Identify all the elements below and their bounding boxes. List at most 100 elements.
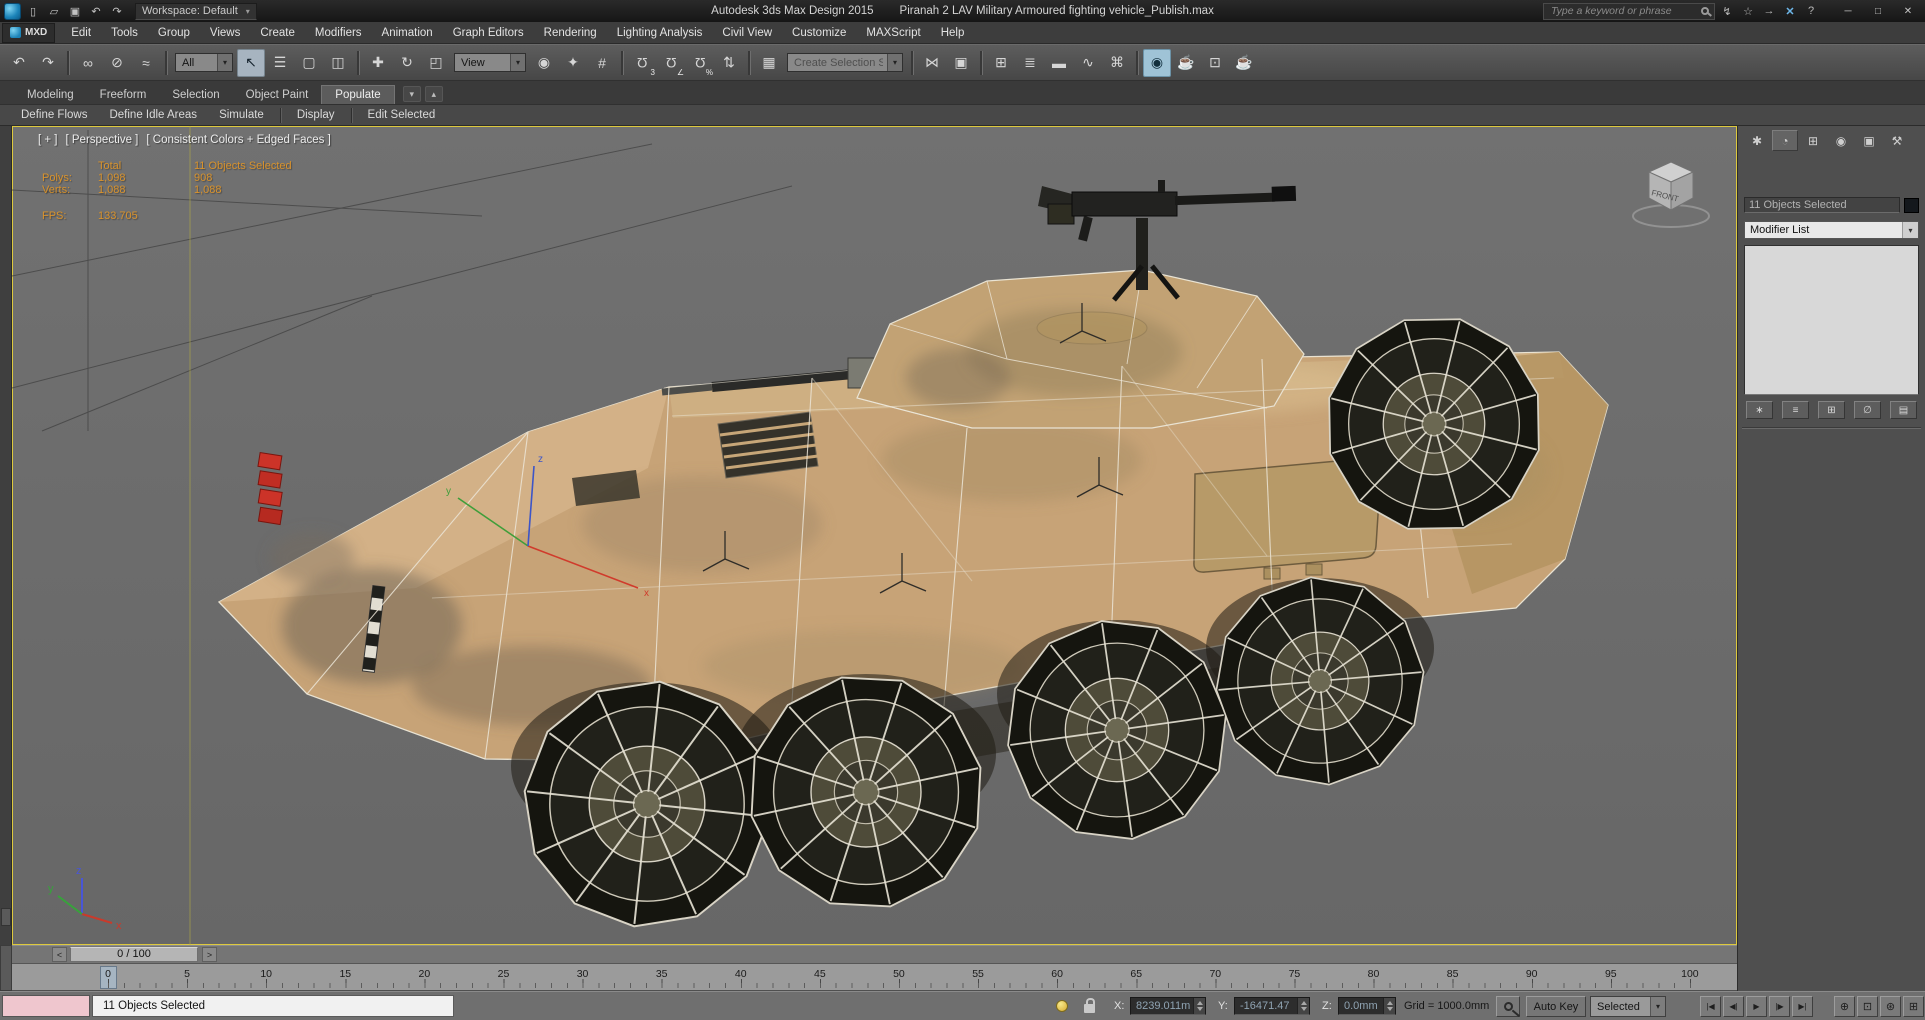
toggle-ribbon-icon[interactable]: ▬ [1045,49,1073,77]
previous-frame-button[interactable]: ◀| [1723,996,1744,1017]
snaps-toggle-icon[interactable]: Ω3 [628,49,656,77]
search-icon[interactable] [1701,7,1709,15]
help-icon[interactable]: ? [1801,2,1821,20]
communication-center-icon[interactable]: ↯ [1717,2,1737,20]
curve-editor-icon[interactable]: ∿ [1074,49,1102,77]
define-idle-areas-button[interactable]: Define Idle Areas [98,107,208,123]
ribbon-tab-freeform[interactable]: Freeform [87,86,160,104]
menu-animation[interactable]: Animation [372,24,443,42]
app-logo-icon[interactable] [4,2,21,20]
select-and-scale-icon[interactable]: ◰ [422,49,450,77]
viewport-general-menu[interactable]: [ + ] [38,134,58,146]
use-pivot-point-center-icon[interactable]: ◉ [530,49,558,77]
modifier-stack[interactable] [1744,245,1919,395]
close-button[interactable]: ✕ [1893,1,1923,21]
create-tab[interactable]: ✱ [1744,130,1770,151]
align-icon[interactable]: ▣ [947,49,975,77]
vehicle-model[interactable] [217,180,1609,941]
make-unique-button[interactable]: ⊞ [1818,401,1845,419]
bind-to-space-warp-icon[interactable]: ≈ [132,49,160,77]
redo-icon[interactable]: ↷ [34,49,62,77]
auto-key-button[interactable]: Auto Key [1526,996,1586,1017]
mini-curve-editor-button[interactable] [0,945,12,991]
left-strip-button[interactable] [1,908,11,926]
previous-frame-arrow[interactable]: < [52,947,67,962]
z-coordinate-field[interactable]: 0.0mm [1338,997,1396,1015]
undo-icon[interactable]: ↶ [86,2,106,20]
configure-modifier-sets-button[interactable]: ▤ [1890,401,1917,419]
go-to-start-button[interactable]: |◀ [1700,996,1721,1017]
set-keys-button[interactable] [1496,996,1520,1017]
select-and-link-icon[interactable]: ∞ [74,49,102,77]
edit-selected-button[interactable]: Edit Selected [357,107,447,123]
modifier-list-dropdown[interactable]: Modifier List ▾ [1744,221,1919,239]
viewport-pov-menu[interactable]: [ Perspective ] [66,134,139,146]
simulate-button[interactable]: Simulate [208,107,275,123]
select-by-name-icon[interactable]: ☰ [266,49,294,77]
remove-modifier-button[interactable]: ∅ [1854,401,1881,419]
unlink-selection-icon[interactable]: ⊘ [103,49,131,77]
display-button[interactable]: Display [286,107,346,123]
menu-tools[interactable]: Tools [101,24,148,42]
play-animation-button[interactable]: ▶ [1746,996,1767,1017]
minimize-button[interactable]: ─ [1833,1,1863,21]
new-file-icon[interactable]: ▯ [23,2,43,20]
selected-flag-object[interactable] [250,451,291,526]
select-and-manipulate-icon[interactable]: ✦ [559,49,587,77]
ribbon-tab-object-paint[interactable]: Object Paint [233,86,322,104]
save-file-icon[interactable]: ▣ [65,2,85,20]
zoom-extents-icon[interactable]: ⊡ [1857,996,1878,1017]
go-to-end-button[interactable]: ▶| [1792,996,1813,1017]
maximize-button[interactable]: □ [1863,1,1893,21]
workspace-dropdown[interactable]: Workspace: Default ▾ [135,2,257,20]
object-name-field[interactable]: 11 Objects Selected [1744,197,1900,213]
object-color-swatch[interactable] [1904,197,1919,213]
sign-in-icon[interactable]: → [1759,2,1779,20]
menu-customize[interactable]: Customize [782,24,856,42]
workspace-tab-mxd[interactable]: MXD [2,22,56,43]
menu-group[interactable]: Group [148,24,200,42]
favorites-icon[interactable]: ☆ [1738,2,1758,20]
keyboard-shortcut-override-icon[interactable]: # [588,49,616,77]
adaptive-degradation-icon[interactable] [1056,1000,1068,1012]
ribbon-tab-selection[interactable]: Selection [159,86,232,104]
y-coordinate-field[interactable]: -16471.47 [1234,997,1310,1015]
y-spinner[interactable] [1297,998,1309,1014]
select-and-move-icon[interactable]: ✚ [364,49,392,77]
show-end-result-button[interactable]: ≡ [1782,401,1809,419]
search-input[interactable] [1549,4,1697,18]
ribbon-tab-modeling[interactable]: Modeling [14,86,87,104]
menu-maxscript[interactable]: MAXScript [856,24,930,42]
next-frame-button[interactable]: |▶ [1769,996,1790,1017]
material-editor-icon[interactable]: ◉ [1143,48,1171,77]
menu-edit[interactable]: Edit [61,24,101,42]
reference-coordinate-system-dropdown[interactable]: View ▾ [454,53,526,72]
menu-lighting-analysis[interactable]: Lighting Analysis [607,24,713,42]
pin-stack-button[interactable]: ∗ [1746,401,1773,419]
mirror-icon[interactable]: ⋈ [918,49,946,77]
maxscript-mini-listener[interactable] [2,995,90,1017]
viewport-perspective[interactable]: x y z z x y [ + ] [ Perspective ] [ Consis… [12,126,1737,945]
ribbon-minimize-icon[interactable]: ▴ [424,86,443,102]
define-flows-button[interactable]: Define Flows [10,107,98,123]
percent-snap-toggle-icon[interactable]: Ω% [686,49,714,77]
modify-tab[interactable]: ◔ [1772,130,1798,151]
maximize-viewport-toggle-icon[interactable]: ⊞ [1903,996,1924,1017]
next-frame-arrow[interactable]: > [202,947,217,962]
z-spinner[interactable] [1383,998,1395,1014]
rectangular-selection-region-icon[interactable]: ▢ [295,49,323,77]
viewcube[interactable]: FRONT [1625,150,1717,234]
display-tab[interactable]: ▣ [1856,130,1882,151]
select-and-rotate-icon[interactable]: ↻ [393,49,421,77]
zoom-region-icon[interactable]: ⊛ [1880,996,1901,1017]
render-setup-icon[interactable]: ☕ [1172,49,1200,77]
toggle-scene-explorer-icon[interactable]: ⊞ [987,49,1015,77]
ribbon-config-dropdown-icon[interactable]: ▾ [402,86,421,102]
selection-lock-icon[interactable] [1084,998,1095,1013]
menu-create[interactable]: Create [250,24,305,42]
angle-snap-toggle-icon[interactable]: Ω ∠ [657,49,685,77]
time-slider[interactable]: < 0 / 100 > [12,945,1737,964]
render-production-icon[interactable]: ☕ [1230,49,1258,77]
menu-civil-view[interactable]: Civil View [712,24,782,42]
window-crossing-toggle-icon[interactable]: ◫ [324,49,352,77]
